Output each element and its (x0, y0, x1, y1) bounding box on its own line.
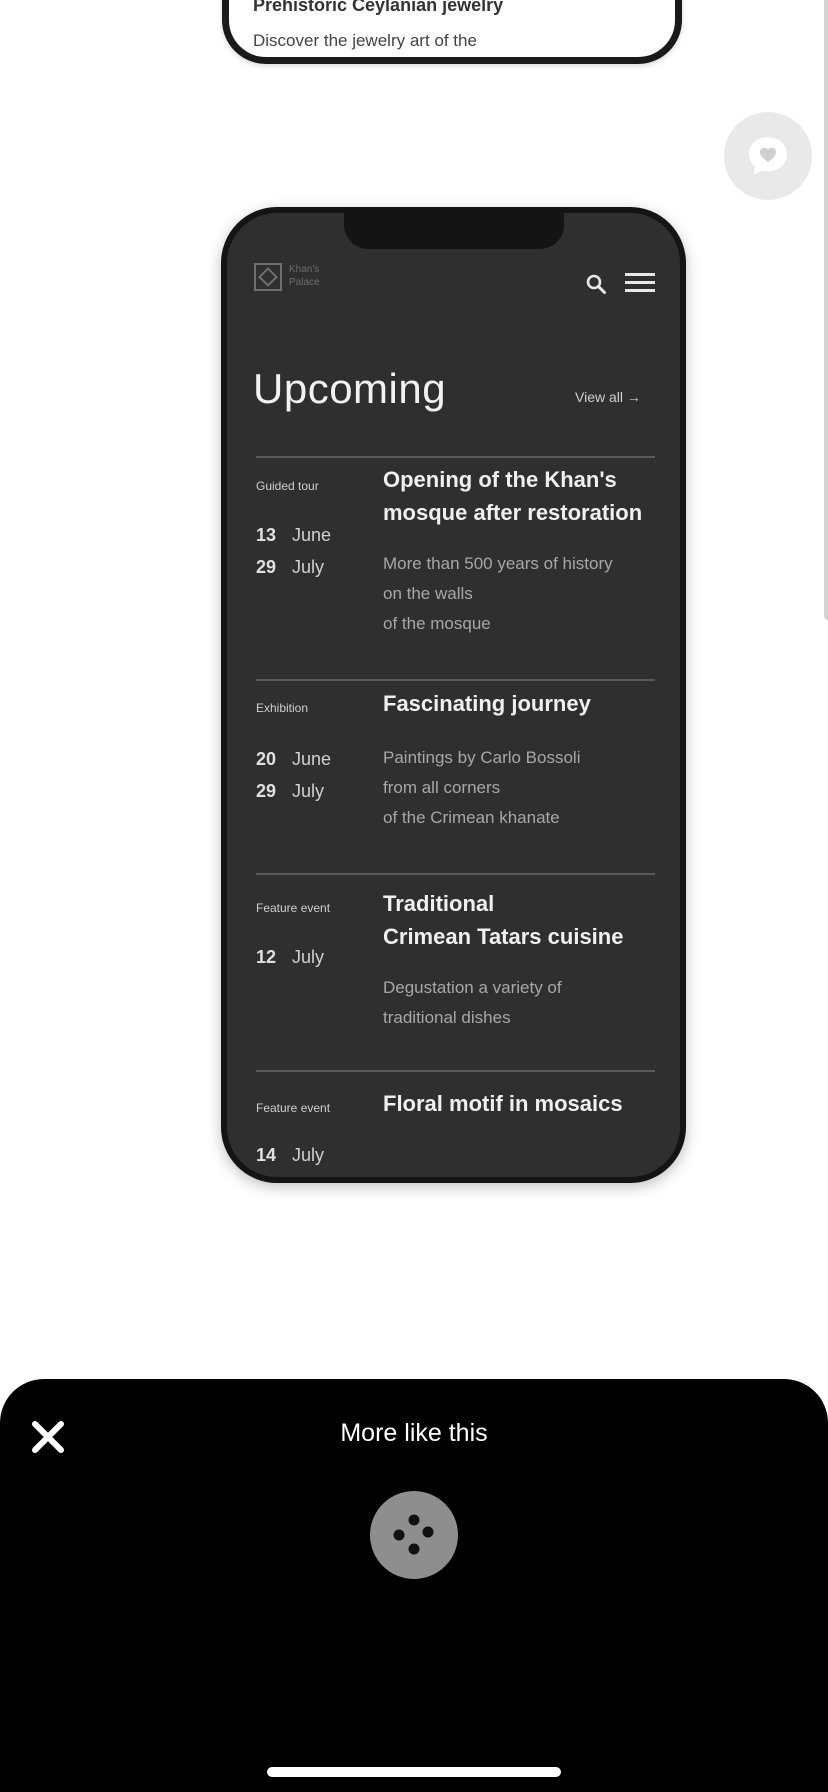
chat-button[interactable] (724, 112, 812, 200)
divider (256, 1070, 655, 1072)
messenger-chat-icon (749, 137, 787, 175)
adjacent-card-edge (824, 0, 828, 620)
loading-dots-icon (393, 1514, 434, 1555)
event-title[interactable]: Fascinating journey (383, 687, 663, 720)
event-type: Guided tour (256, 479, 319, 493)
event-type: Exhibition (256, 701, 309, 715)
event-description: Paintings by Carlo Bossoli from all corn… (383, 748, 581, 827)
phone-notch (344, 213, 564, 249)
home-indicator[interactable] (267, 1767, 561, 1777)
top-card-title: Prehistoric Ceylanian jewelry (253, 0, 504, 15)
hamburger-menu-icon[interactable] (625, 273, 655, 293)
search-icon[interactable] (585, 273, 607, 295)
event-description: More than 500 years of history on the wa… (383, 554, 613, 633)
divider (256, 679, 655, 681)
event-type: Feature event (256, 1101, 331, 1115)
event-description: Degustation a variety of traditional dis… (383, 978, 562, 1027)
view-all-link[interactable]: View all → (575, 389, 641, 405)
divider (256, 456, 655, 458)
phone-mockup[interactable]: Khan's Palace Upcoming View all → Guided… (221, 207, 686, 1183)
loading-indicator (370, 1491, 458, 1579)
page-heading: Upcoming (253, 365, 447, 412)
top-phone-mockup[interactable]: Prehistoric Ceylanian jewelry Discover t… (222, 0, 682, 64)
event-title[interactable]: Opening of the Khan's mosque after resto… (383, 463, 663, 529)
event-title[interactable]: Floral motif in mosaics (383, 1087, 663, 1120)
divider (256, 873, 655, 875)
event-date: 29 July (256, 781, 325, 801)
event-date: 20 June (256, 749, 332, 769)
event-date: 29 July (256, 557, 325, 577)
logo-icon (254, 263, 282, 291)
sheet-title: More like this (340, 1419, 488, 1447)
logo-text: Khan's Palace (289, 264, 320, 288)
event-type: Feature event (256, 901, 331, 915)
event-date: 13 June (256, 525, 332, 545)
top-card-description: Discover the jewelry art of the (253, 31, 477, 50)
event-title[interactable]: Traditional Crimean Tatars cuisine (383, 887, 663, 953)
more-like-this-sheet: More like this (0, 1379, 828, 1792)
event-date: 14 July (256, 1145, 325, 1165)
event-date: 12 July (256, 947, 325, 967)
